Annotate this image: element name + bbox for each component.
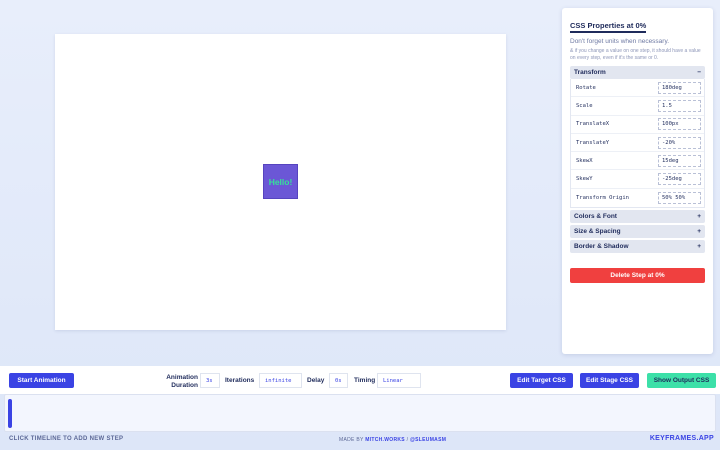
show-output-css-button[interactable]: Show Output CSS [647,373,716,388]
transform-origin-input[interactable]: 50% 50% [658,191,701,204]
timeline[interactable] [4,394,716,432]
timeline-hint: CLICK TIMELINE TO ADD NEW STEP [9,436,124,442]
iterations-label: Iterations [225,377,255,384]
timing-label: Timing [354,377,376,384]
iterations-input[interactable]: infinite [259,373,302,388]
prop-row-translatey: TranslateY -20% [571,134,704,153]
credits-link-sleumasm[interactable]: @SLEUMASM [410,437,446,443]
panel-subtitle: Don't forget units when necessary. [570,38,670,45]
credits: MADE BY MITCH.WORKS / @SLEUMASM [339,437,446,443]
delay-input[interactable]: 0s [329,373,348,388]
bottom-toolbar: Start Animation Animation Duration 3s It… [0,366,720,394]
delete-step-button[interactable]: Delete Step at 0% [570,268,705,284]
prop-label: SkewX [576,157,593,164]
credits-link-mitchworks[interactable]: MITCH.WORKS [365,437,405,443]
section-transform[interactable]: Transform − [570,66,705,79]
duration-input[interactable]: 3s [200,373,220,388]
section-size-spacing[interactable]: Size & Spacing + [570,225,705,239]
prop-label: TranslateX [576,121,610,128]
animation-target[interactable]: Hello! [263,164,298,199]
prop-row-skewx: SkewX 15deg [571,152,704,171]
expand-icon[interactable]: + [697,213,701,220]
section-border-shadow[interactable]: Border & Shadow + [570,240,705,254]
section-size-spacing-label: Size & Spacing [574,228,621,236]
duration-label: Animation Duration [162,374,198,389]
section-transform-label: Transform [574,69,606,76]
transform-properties: Rotate 180deg Scale 1.5 TranslateX 100px… [570,79,705,209]
skewy-input[interactable]: -25deg [658,173,701,186]
section-colors-font[interactable]: Colors & Font + [570,210,705,224]
delay-label: Delay [307,377,325,384]
scale-input[interactable]: 1.5 [658,99,701,112]
edit-target-css-button[interactable]: Edit Target CSS [510,373,573,388]
target-text: Hello! [268,176,293,187]
duration-label-line1: Animation [166,374,198,381]
prop-row-transform-origin: Transform Origin 50% 50% [571,189,704,207]
rotate-input[interactable]: 180deg [658,81,701,94]
duration-label-line2: Duration [171,381,198,389]
prop-label: TranslateY [576,139,610,146]
css-properties-panel: CSS Properties at 0% Don't forget units … [562,8,713,354]
translatex-input[interactable]: 100px [658,118,701,131]
timing-select[interactable]: Linear [377,373,421,388]
prop-label: Rotate [576,84,596,91]
panel-title: CSS Properties at 0% [570,21,647,33]
section-border-shadow-label: Border & Shadow [574,243,629,251]
credits-prefix: MADE BY [339,437,364,443]
skewx-input[interactable]: 15deg [658,154,701,167]
translatey-input[interactable]: -20% [658,136,701,149]
stage-canvas: Hello! [55,34,506,330]
prop-label: Scale [576,102,593,109]
prop-row-translatex: TranslateX 100px [571,116,704,134]
prop-row-rotate: Rotate 180deg [571,79,704,98]
timeline-step-marker[interactable] [8,399,12,428]
edit-stage-css-button[interactable]: Edit Stage CSS [580,373,639,388]
prop-row-scale: Scale 1.5 [571,97,704,116]
prop-label: Transform Origin [576,194,629,201]
panel-note: & if you change a value on one step, it … [570,48,701,61]
start-animation-button[interactable]: Start Animation [9,373,74,388]
expand-icon[interactable]: + [697,228,701,235]
section-colors-font-label: Colors & Font [574,213,617,221]
expand-icon[interactable]: + [697,243,701,250]
site-link[interactable]: KEYFRAMES.APP [650,435,714,442]
collapse-icon[interactable]: − [697,69,701,76]
prop-label: SkewY [576,176,593,183]
prop-row-skewy: SkewY -25deg [571,170,704,189]
